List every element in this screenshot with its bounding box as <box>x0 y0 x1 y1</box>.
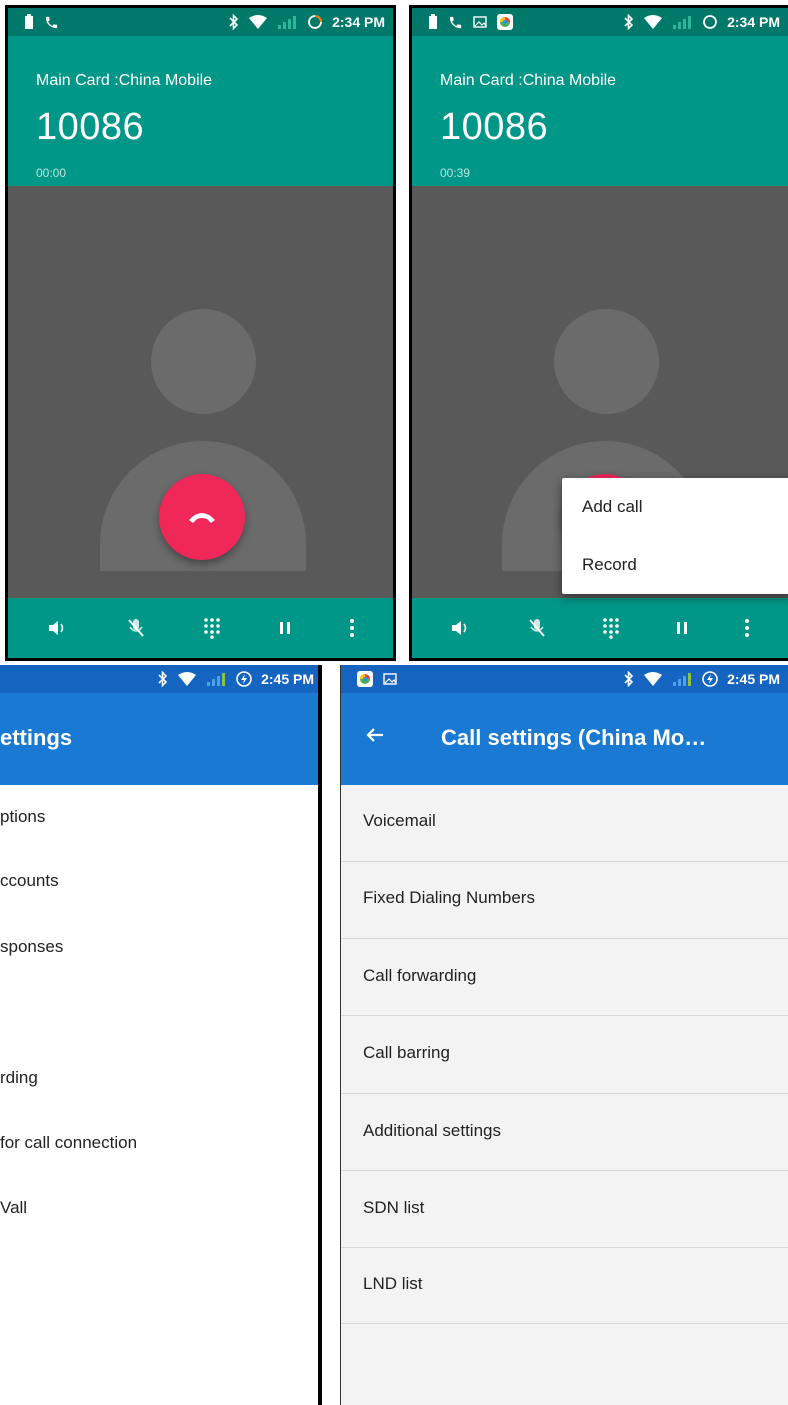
settings-item-voicemail[interactable]: Voicemail <box>363 811 788 831</box>
caller-number: 10086 <box>440 106 549 148</box>
status-bar: 2:45 PM <box>341 665 788 693</box>
menu-item-record[interactable]: Record <box>562 536 788 594</box>
battery-charging-icon <box>236 671 252 687</box>
status-bar: 2:45 PM <box>0 665 322 693</box>
panel-divider <box>318 665 322 1405</box>
app-notification-icon <box>357 671 373 687</box>
dialpad-icon[interactable] <box>602 617 620 639</box>
data-sync-icon <box>307 14 323 30</box>
caller-number: 10086 <box>36 106 145 148</box>
status-time: 2:45 PM <box>261 671 314 687</box>
bluetooth-icon <box>623 14 635 30</box>
end-call-button[interactable] <box>159 474 245 560</box>
call-screen-2: 2:34 PM Main Card :China Mobile 10086 00… <box>409 5 788 661</box>
app-bar: Call settings (China Mo… <box>341 693 788 785</box>
divider <box>341 1247 788 1248</box>
bluetooth-icon <box>228 14 240 30</box>
wifi-icon <box>644 15 663 29</box>
app-notification-icon <box>497 14 513 30</box>
battery-charging-icon <box>702 671 718 687</box>
speaker-icon[interactable] <box>47 619 69 637</box>
avatar-head <box>554 309 659 414</box>
settings-item-sdn-list[interactable]: SDN list <box>363 1198 788 1218</box>
settings-list: Voicemail Fixed Dialing Numbers Call for… <box>341 785 788 1405</box>
status-time: 2:34 PM <box>332 14 385 30</box>
avatar-head <box>151 309 256 414</box>
page-title: Call settings (China Mo… <box>441 725 707 750</box>
status-time: 2:45 PM <box>727 671 780 687</box>
bluetooth-icon <box>623 671 635 687</box>
call-settings-screen: 2:45 PM Call settings (China Mo… Voicema… <box>340 665 788 1405</box>
mute-icon[interactable] <box>126 617 146 639</box>
overflow-menu: Add call Record <box>562 478 788 594</box>
settings-item[interactable]: ccounts <box>0 871 322 891</box>
speaker-icon[interactable] <box>450 619 472 637</box>
mute-icon[interactable] <box>527 617 547 639</box>
signal-icon <box>671 672 693 686</box>
settings-list: ptions ccounts sponses rding for call co… <box>0 785 322 1405</box>
settings-item[interactable]: sponses <box>0 937 322 957</box>
call-controls-bar <box>412 598 788 658</box>
call-header: Main Card :China Mobile 10086 00:39 <box>412 36 788 186</box>
settings-item-call-forwarding[interactable]: Call forwarding <box>363 966 788 986</box>
page-title: ettings <box>0 725 73 750</box>
phone-call-icon <box>448 15 463 30</box>
battery-saver-icon <box>24 14 34 30</box>
call-timer: 00:00 <box>36 166 67 180</box>
hang-up-icon <box>189 513 215 523</box>
signal-icon <box>276 15 298 29</box>
hold-icon[interactable] <box>675 620 689 636</box>
wifi-icon <box>178 672 197 686</box>
bluetooth-icon <box>157 671 169 687</box>
caller-photo-area <box>8 186 393 598</box>
battery-saver-icon <box>428 14 438 30</box>
status-bar: 2:34 PM <box>412 8 788 36</box>
wifi-icon <box>644 672 663 686</box>
divider <box>341 1170 788 1171</box>
status-time: 2:34 PM <box>727 14 780 30</box>
carrier-label: Main Card :China Mobile <box>440 72 617 89</box>
settings-item-lnd-list[interactable]: LND list <box>363 1274 788 1294</box>
divider <box>341 938 788 939</box>
carrier-label: Main Card :China Mobile <box>36 72 213 89</box>
call-timer: 00:39 <box>440 166 471 180</box>
signal-icon <box>205 672 227 686</box>
dialpad-icon[interactable] <box>203 617 221 639</box>
call-controls-bar <box>8 598 393 658</box>
settings-item[interactable]: Vall <box>0 1198 322 1218</box>
settings-item-additional[interactable]: Additional settings <box>363 1121 788 1141</box>
divider <box>341 1093 788 1094</box>
call-header: Main Card :China Mobile 10086 00:00 <box>8 36 393 186</box>
settings-item[interactable]: for call connection <box>0 1133 322 1153</box>
image-icon <box>383 673 397 685</box>
overflow-menu-icon[interactable] <box>349 618 355 638</box>
hold-icon[interactable] <box>278 620 292 636</box>
back-arrow-icon[interactable] <box>365 725 385 745</box>
data-sync-icon <box>702 14 718 30</box>
menu-item-add-call[interactable]: Add call <box>562 478 788 536</box>
phone-call-icon <box>44 15 59 30</box>
settings-item[interactable]: rding <box>0 1068 322 1088</box>
settings-item-fixed-dialing[interactable]: Fixed Dialing Numbers <box>363 888 788 908</box>
settings-item-call-barring[interactable]: Call barring <box>363 1043 788 1063</box>
settings-screen-left: 2:45 PM ettings ptions ccounts sponses r… <box>0 665 322 1405</box>
app-bar: ettings <box>0 693 322 785</box>
overflow-menu-icon[interactable] <box>744 618 750 638</box>
signal-icon <box>671 15 693 29</box>
settings-item[interactable]: ptions <box>0 807 322 827</box>
call-screen-1: 2:34 PM Main Card :China Mobile 10086 00… <box>5 5 396 661</box>
image-icon <box>473 16 487 28</box>
divider <box>341 1323 788 1324</box>
divider <box>341 1015 788 1016</box>
divider <box>341 861 788 862</box>
status-bar: 2:34 PM <box>8 8 393 36</box>
wifi-icon <box>249 15 268 29</box>
